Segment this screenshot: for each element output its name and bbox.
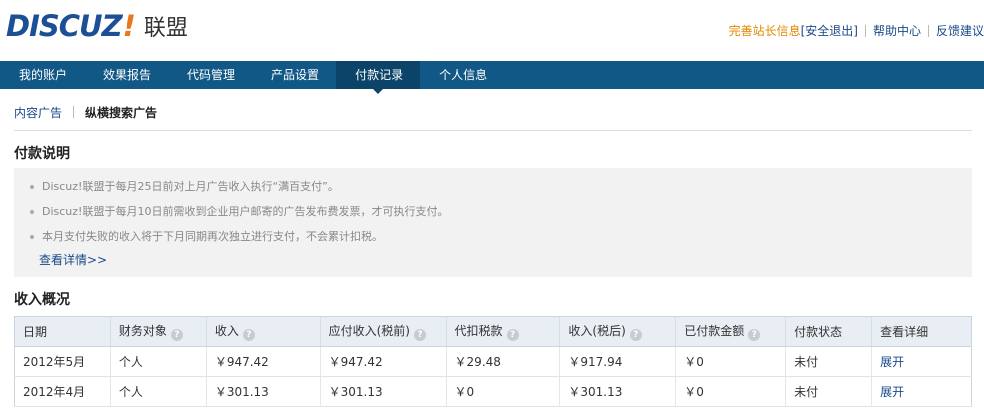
divider <box>927 24 929 37</box>
main-nav: 我的账户 效果报告 代码管理 产品设置 付款记录 个人信息 <box>0 61 984 94</box>
col-payable-pretax: 应付收入(税前)? <box>319 316 447 347</box>
logo[interactable]: DISCUZ! 联盟 <box>6 8 188 44</box>
table-header-row: 日期 财务对象? 收入? 应付收入(税前)? 代扣税款? 收入(税后)? 已付款… <box>14 316 972 347</box>
col-label: 代扣税款 <box>454 324 503 338</box>
nav-personal-info[interactable]: 个人信息 <box>420 61 504 89</box>
cell-date: 2012年4月 <box>14 376 111 407</box>
complete-profile-link[interactable]: 完善站长信息 <box>729 22 801 39</box>
cell-payment-status: 未付 <box>785 346 872 377</box>
nav-payment-records-label: 付款记录 <box>355 68 404 82</box>
cell-finance-target: 个人 <box>109 376 207 407</box>
logo-subtitle: 联盟 <box>143 16 188 41</box>
cell-paid-amount: ￥0 <box>675 376 786 407</box>
subnav-content-ads[interactable]: 内容广告 <box>14 104 62 121</box>
bullet-dot-icon <box>30 210 34 214</box>
cell-finance-target: 个人 <box>109 346 207 377</box>
col-label: 付款状态 <box>794 325 843 339</box>
note-text: Discuz!联盟于每月25日前对上月广告收入执行“满百支付”。 <box>42 180 339 193</box>
col-label: 查看详细 <box>880 325 929 339</box>
cell-payment-status: 未付 <box>785 376 872 407</box>
cell-payable-pretax: ￥947.42 <box>319 346 447 377</box>
col-payment-status: 付款状态 <box>785 316 872 347</box>
view-details-link[interactable]: 查看详情>> <box>39 251 107 268</box>
bullet-dot-icon <box>30 235 34 239</box>
col-paid-amount: 已付款金额? <box>675 316 786 347</box>
nav-performance-report[interactable]: 效果报告 <box>84 61 168 89</box>
col-label: 收入(税后) <box>568 324 626 338</box>
col-label: 日期 <box>23 325 48 339</box>
expand-link[interactable]: 展开 <box>871 346 972 377</box>
payment-notes-title: 付款说明 <box>14 146 70 162</box>
income-table: 日期 财务对象? 收入? 应付收入(税前)? 代扣税款? 收入(税后)? 已付款… <box>14 316 972 407</box>
nav-product-settings[interactable]: 产品设置 <box>252 61 336 89</box>
question-circle-icon[interactable]: ? <box>748 329 761 341</box>
note-text: 本月支付失败的收入将于下月同期再次独立进行支付，不会累计扣税。 <box>42 230 383 243</box>
caret-down-icon <box>373 89 384 94</box>
cell-paid-amount: ￥0 <box>675 346 786 377</box>
table-row: 2012年4月 个人 ￥301.13 ￥301.13 ￥0 ￥301.13 ￥0… <box>14 376 972 407</box>
col-label: 收入 <box>214 324 239 338</box>
col-label: 应付收入(税前) <box>328 324 410 338</box>
col-finance-target: 财务对象? <box>109 316 207 347</box>
divider <box>73 106 75 118</box>
logo-exclamation: ! <box>122 9 136 43</box>
col-label: 财务对象 <box>118 324 167 338</box>
note-item: Discuz!联盟于每月10日前需收到企业用户邮寄的广告发布费发票，才可执行支付… <box>28 204 448 229</box>
col-income: 收入? <box>205 316 321 347</box>
income-overview-title: 收入概况 <box>14 292 70 308</box>
col-view-details: 查看详细 <box>871 316 972 347</box>
nav-payment-records[interactable]: 付款记录 <box>336 61 421 94</box>
col-income-aftertax: 收入(税后)? <box>559 316 676 347</box>
expand-link[interactable]: 展开 <box>871 376 972 407</box>
nav-my-account[interactable]: 我的账户 <box>0 61 84 89</box>
cell-date: 2012年5月 <box>14 346 111 377</box>
header: DISCUZ! 联盟 完善站长信息 [安全退出] 帮助中心 反馈建议 <box>0 0 984 60</box>
col-label: 已付款金额 <box>684 324 745 338</box>
subnav-search-ads[interactable]: 纵横搜索广告 <box>85 104 157 121</box>
cell-withheld-tax: ￥0 <box>445 376 560 407</box>
note-text: Discuz!联盟于每月10日前需收到企业用户邮寄的广告发布费发票，才可执行支付… <box>42 205 449 218</box>
col-date: 日期 <box>14 316 111 347</box>
cell-payable-pretax: ￥301.13 <box>319 376 447 407</box>
cell-income-aftertax: ￥917.94 <box>559 346 676 377</box>
question-circle-icon[interactable]: ? <box>242 329 255 341</box>
payment-notes-box: Discuz!联盟于每月25日前对上月广告收入执行“满百支付”。 Discuz!… <box>14 168 972 277</box>
cell-withheld-tax: ￥29.48 <box>445 346 560 377</box>
nav-code-management[interactable]: 代码管理 <box>168 61 252 89</box>
logout-link[interactable]: [安全退出] <box>801 22 858 39</box>
sub-nav: 内容广告 纵横搜索广告 <box>14 104 972 131</box>
top-links: 完善站长信息 [安全退出] 帮助中心 反馈建议 <box>729 22 984 39</box>
col-withheld-tax: 代扣税款? <box>445 316 560 347</box>
question-circle-icon[interactable]: ? <box>506 329 519 341</box>
cell-income: ￥947.42 <box>205 346 321 377</box>
table-row: 2012年5月 个人 ￥947.42 ￥947.42 ￥29.48 ￥917.9… <box>14 346 972 377</box>
logo-wordmark: DISCUZ <box>6 9 123 43</box>
cell-income: ￥301.13 <box>205 376 321 407</box>
help-center-link[interactable]: 帮助中心 <box>873 22 921 39</box>
feedback-link[interactable]: 反馈建议 <box>936 22 984 39</box>
question-circle-icon[interactable]: ? <box>629 329 642 341</box>
question-circle-icon[interactable]: ? <box>414 329 426 341</box>
bullet-dot-icon <box>30 185 34 189</box>
note-item: Discuz!联盟于每月25日前对上月广告收入执行“满百支付”。 <box>28 179 448 204</box>
divider <box>864 24 866 37</box>
cell-income-aftertax: ￥301.13 <box>559 376 676 407</box>
question-circle-icon[interactable]: ? <box>170 329 183 341</box>
